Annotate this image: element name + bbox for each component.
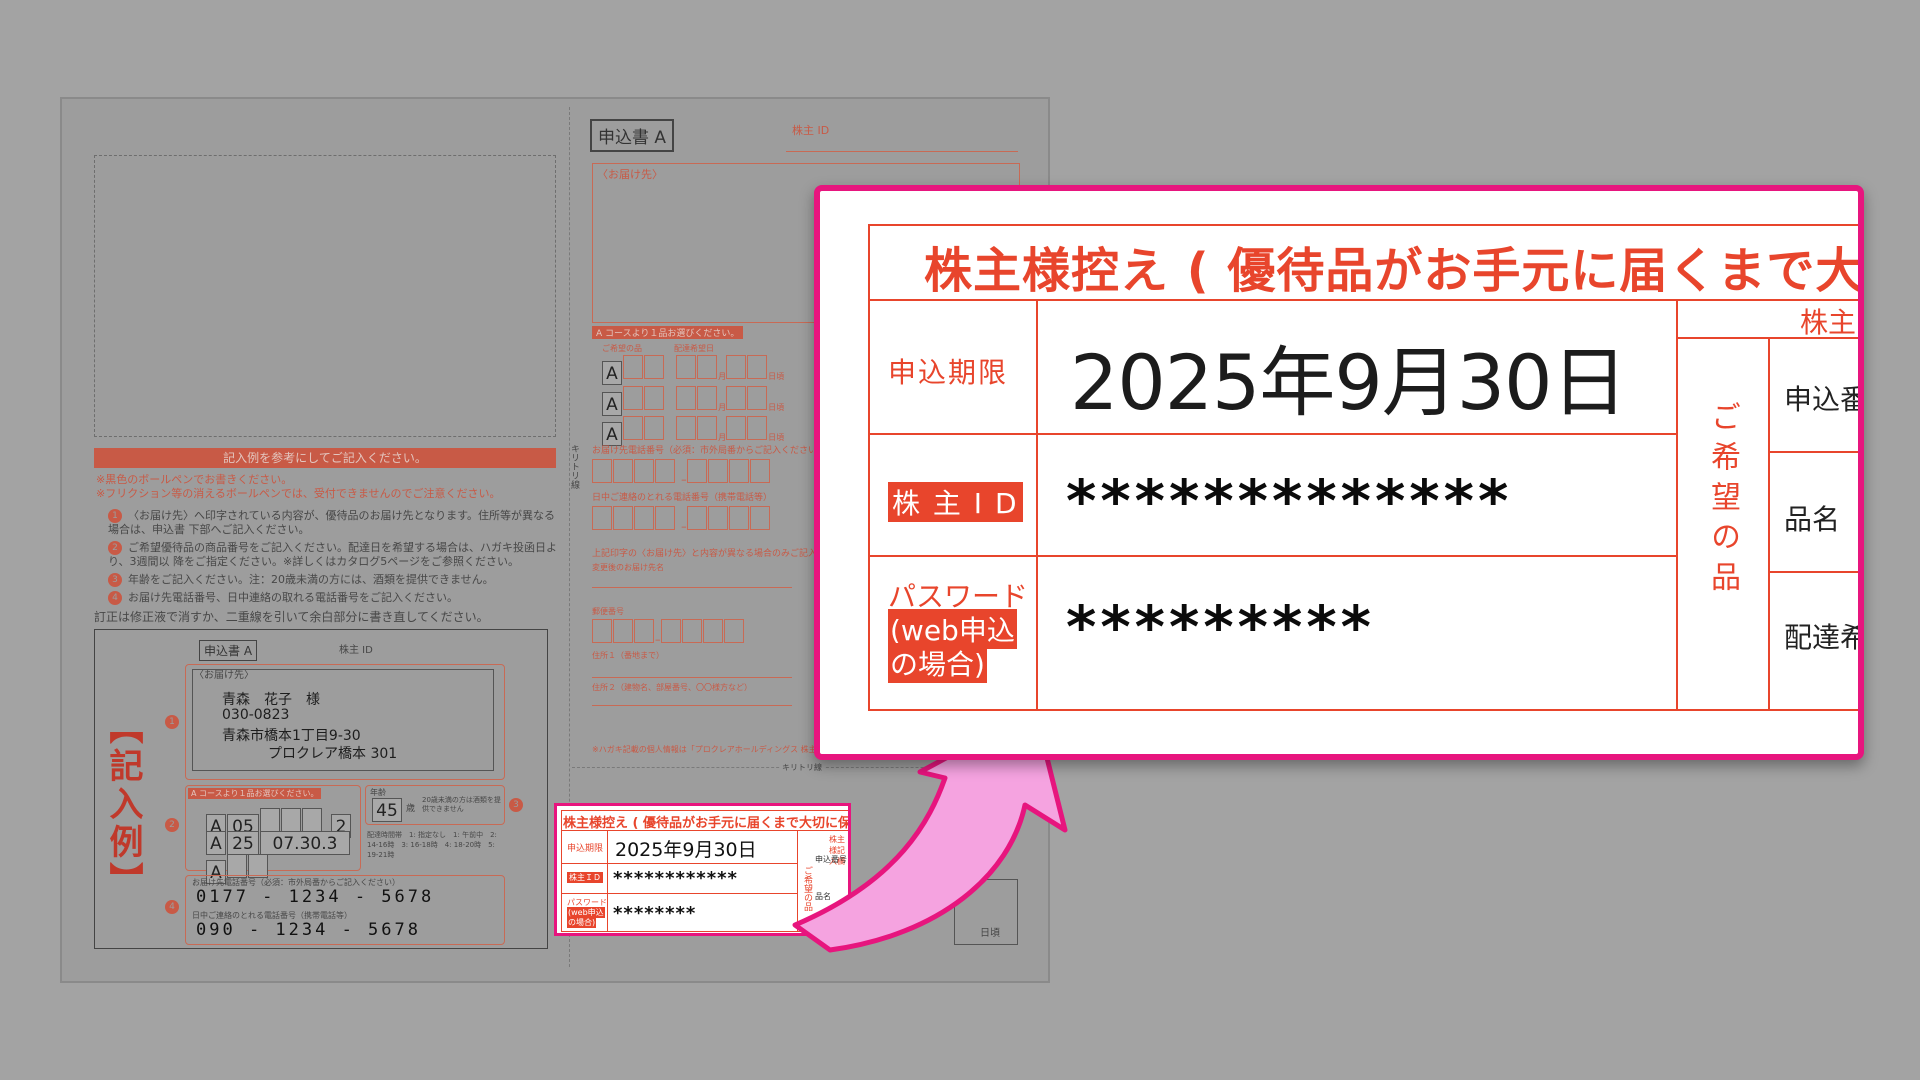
step-2: 2 ご希望優待品の商品番号をご記入ください。配達日を希望する場合は、ハガキ投函日よ…	[108, 541, 557, 568]
form-a-id-line	[786, 151, 1018, 152]
form-a-address2-line	[592, 705, 792, 706]
example-vertical-label: 【記入例】	[103, 710, 143, 900]
form-a-col2: 配達希望日	[674, 344, 714, 353]
example-circle-1: 1	[165, 715, 179, 729]
zoom-side-vertical: ご希望の品	[1705, 401, 1740, 601]
example-address2: プロクレア橋本 301	[268, 746, 398, 762]
form-a-phone2-boxes: –	[592, 506, 771, 534]
zoom-line	[868, 299, 1858, 301]
form-a-row-2: A 月日頃	[602, 386, 784, 416]
card-pw-label-3: の場合)	[567, 917, 597, 928]
example-phone1: 0177 - 1234 - 5678	[196, 887, 435, 907]
example-postal: 030-0823	[222, 707, 290, 723]
form-a-id-label: 株主 ID	[792, 124, 830, 137]
zoom-right-row1: 申込番号	[1784, 383, 1858, 416]
zoom-pw-value: *********	[1066, 593, 1375, 661]
example-phone-box: お届け先電話番号（必須：市外局番からご記入ください） 0177 - 1234 -…	[185, 875, 505, 945]
zoom-line	[1036, 299, 1038, 711]
example-address1: 青森市橋本1丁目9-30	[222, 728, 361, 744]
note-pen: ※黒色のボールペンでお書きください。	[96, 473, 293, 486]
side-cut-label: キリトリ線	[569, 444, 579, 489]
example-circle-3: 3	[509, 798, 523, 812]
card-id-label: 株主ＩＤ	[567, 872, 603, 883]
zoom-id-label: 株 主 I D	[888, 482, 1023, 522]
zoom-line	[1768, 571, 1858, 573]
example-time-slots: 配達時間帯 1: 指定なし 1: 午前中 2: 14-16時 3: 16-18時…	[367, 831, 497, 859]
steps-list: 1 〈お届け先〉へ印字されている内容が、優待品のお届け先となります。住所等が異なる…	[108, 509, 558, 605]
form-a-address2-label: 住所２（建物名、部屋番号、〇〇様方など）	[592, 683, 752, 692]
card-line	[607, 830, 608, 932]
step-4: 4 お届け先電話番号、日中連絡の取れる電話番号をご記入ください。	[108, 591, 558, 605]
step-1: 1 〈お届け先〉へ印字されている内容が、優待品のお届け先となります。住所等が異なる…	[108, 509, 556, 536]
example-circle-4: 4	[165, 900, 179, 914]
example-age-value: 45	[372, 798, 402, 822]
form-a-course-label: A コースより１品お選びください。	[592, 326, 744, 339]
zoom-line	[1768, 337, 1770, 711]
zoom-line	[868, 555, 1676, 557]
zoom-line	[1768, 451, 1858, 453]
correction-note: 訂正は修正液で消すか、二重線を引いて余白部分に書き直してください。	[94, 610, 489, 624]
form-a-title: 申込書 A	[590, 119, 675, 152]
example-course-label: A コースより１品お選びください。	[188, 788, 322, 799]
form-a-postal-boxes: –	[592, 619, 745, 647]
example-box: 【記入例】 申込書 A 株主 ID 〈お届け先〉 青森 花子 様 030-082…	[94, 629, 548, 949]
zoom-deadline-label: 申込期限	[888, 356, 1009, 389]
example-name: 青森 花子 様	[222, 692, 320, 708]
example-id-label: 株主 ID	[339, 645, 373, 656]
zoom-header: 株主様控え ( 優待品がお手元に届くまで大	[924, 243, 1864, 299]
zoom-line	[868, 433, 1676, 435]
example-address-box: 〈お届け先〉 青森 花子 様 030-0823 青森市橋本1丁目9-30 プロク…	[185, 664, 505, 780]
example-form-title: 申込書 A	[199, 640, 258, 661]
form-a-row-3: A 月日頃	[602, 416, 784, 446]
card-id-value: ************	[613, 868, 738, 889]
zoom-id-value: *************	[1066, 467, 1513, 535]
example-phone2: 090 - 1234 - 5678	[196, 920, 421, 940]
example-age-suffix: 歳	[406, 804, 416, 814]
form-a-row-1: A 月日頃	[602, 355, 784, 385]
note-friction: ※フリクション等の消えるボールペンでは、受付できませんのでご注意ください。	[96, 487, 501, 500]
form-a-phone2-label: 日中ご連絡のとれる電話番号（携帯電話等）	[592, 493, 773, 503]
form-a-phone1-label: お届け先電話番号（必須：市外局番からご記入ください）	[592, 446, 827, 456]
zoom-right-row2: 品名	[1784, 503, 1841, 536]
example-course-box: A コースより１品お選びください。 A 05 2 A 25 07.30.3 A	[185, 785, 361, 884]
card-deadline: 2025年9月30日	[615, 839, 757, 861]
form-a-address1-line	[592, 677, 792, 678]
example-age-note: 20歳未満の方は酒類を提供できません	[422, 796, 501, 813]
zoom-right-top: 株主	[1800, 306, 1857, 339]
card-deadline-label: 申込期限	[567, 844, 604, 854]
zoom-deadline: 2025年9月30日	[1070, 338, 1627, 427]
instruction-banner: 記入例を参考にしてご記入ください。	[94, 448, 556, 468]
example-circle-2: 2	[165, 818, 179, 832]
form-a-address1-label: 住所１（番地まで）	[592, 651, 664, 660]
blank-area	[94, 155, 556, 437]
form-a-postal-label: 郵便番号	[592, 607, 624, 616]
card-pw-value: ********	[613, 903, 697, 924]
card-line	[561, 863, 797, 864]
zoom-panel: 株主様控え ( 優待品がお手元に届くまで大 申込期限 2025年9月30日 株 …	[814, 185, 1864, 760]
card-line	[561, 893, 797, 894]
zoom-pw-label-3: の場合)	[888, 643, 987, 683]
zoom-right-row3: 配達希望	[1784, 621, 1858, 654]
form-a-change-name-line	[592, 587, 792, 588]
form-a-change-name-label: 変更後のお届け先名	[592, 563, 664, 572]
form-a-phone1-boxes: –	[592, 459, 771, 487]
form-a-col1: ご希望の品	[602, 344, 642, 353]
form-a-address-label: 〈お届け先〉	[597, 168, 663, 181]
zoom-line	[1676, 299, 1678, 711]
step-3: 3 年齢をご記入ください。注：20歳未満の方には、酒類を提供できません。	[108, 573, 558, 587]
example-row-2: A 25 07.30.3	[206, 831, 351, 855]
example-age-box: 年齢 45 歳 20歳未満の方は酒類を提供できません	[365, 785, 505, 825]
